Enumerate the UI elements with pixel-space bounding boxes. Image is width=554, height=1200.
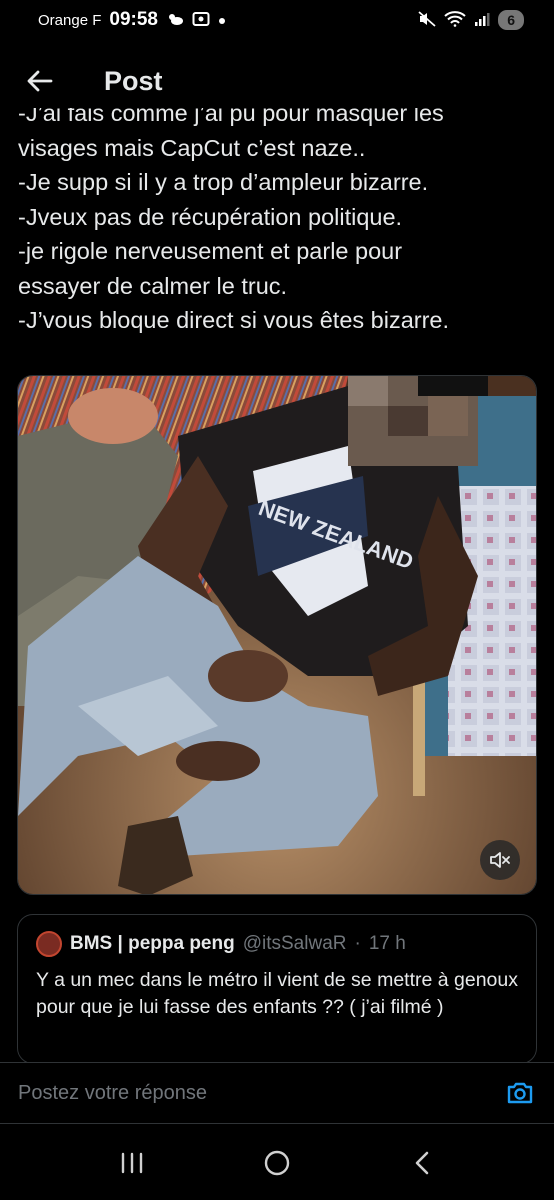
status-right: 6: [418, 10, 524, 30]
video-frame: NEW ZEALAND: [18, 376, 536, 894]
quoted-post[interactable]: BMS | peppa peng @itsSalwaR · 17 h Y a u…: [17, 914, 537, 1064]
reply-input[interactable]: Postez votre réponse: [18, 1082, 207, 1105]
quote-author-name[interactable]: BMS | peppa peng: [70, 933, 235, 955]
system-nav-bar: [0, 1125, 554, 1200]
signal-icon: [474, 11, 490, 30]
back-icon: [415, 1151, 428, 1174]
screenshot-icon: [192, 11, 210, 30]
quote-text: Y a un mec dans le métro il vient de se …: [36, 969, 518, 1018]
back-button[interactable]: [10, 52, 70, 110]
wifi-icon: [444, 10, 466, 30]
quote-timestamp: 17 h: [368, 933, 406, 954]
mute-icon: [418, 10, 436, 30]
home-icon: [264, 1150, 290, 1175]
reply-bar: Postez votre réponse: [0, 1062, 554, 1124]
status-bar: Orange F 09:58 6: [0, 0, 554, 40]
battery-indicator: 6: [498, 10, 524, 30]
header: Post: [0, 52, 554, 110]
post-video[interactable]: NEW ZEALAND: [17, 375, 537, 895]
post-text: -J’ai fais comme j’ai pu pour masquer le…: [18, 108, 538, 358]
quote-separator: ·: [354, 933, 361, 954]
dot-icon: [218, 12, 226, 28]
clock: 09:58: [109, 9, 158, 30]
quote-author-handle[interactable]: @itsSalwaR: [243, 933, 347, 955]
nav-back-button[interactable]: [392, 1133, 452, 1193]
post-line: -Jveux pas de récupération politique.: [18, 203, 403, 230]
post-line: -J’ai fais comme j’ai pu pour masquer le…: [18, 108, 444, 126]
post-line: essayer de calmer le truc.: [18, 272, 288, 299]
recents-button[interactable]: [102, 1133, 162, 1193]
post-line: visages mais CapCut c’est naze..: [18, 134, 366, 161]
status-left: Orange F 09:58: [38, 9, 226, 31]
post-line: -J’vous bloque direct si vous êtes bizar…: [18, 307, 450, 333]
arrow-left-icon: [27, 70, 53, 92]
recents-icon: [122, 1152, 143, 1173]
weather-icon: [166, 12, 184, 29]
page-title: Post: [104, 65, 163, 96]
post-line: -Je supp si il y a trop d’ampleur bizarr…: [18, 169, 429, 195]
home-button[interactable]: [247, 1133, 307, 1193]
volume-muted-icon: [490, 852, 510, 868]
quote-header: BMS | peppa peng @itsSalwaR · 17 h: [36, 931, 518, 957]
carrier-label: Orange F: [38, 11, 102, 29]
camera-icon: [507, 1082, 533, 1104]
post-line: -je rigole nerveusement et parle pour: [18, 238, 403, 264]
camera-button[interactable]: [504, 1077, 536, 1109]
mute-toggle-button[interactable]: [480, 840, 520, 880]
avatar[interactable]: [36, 931, 62, 957]
